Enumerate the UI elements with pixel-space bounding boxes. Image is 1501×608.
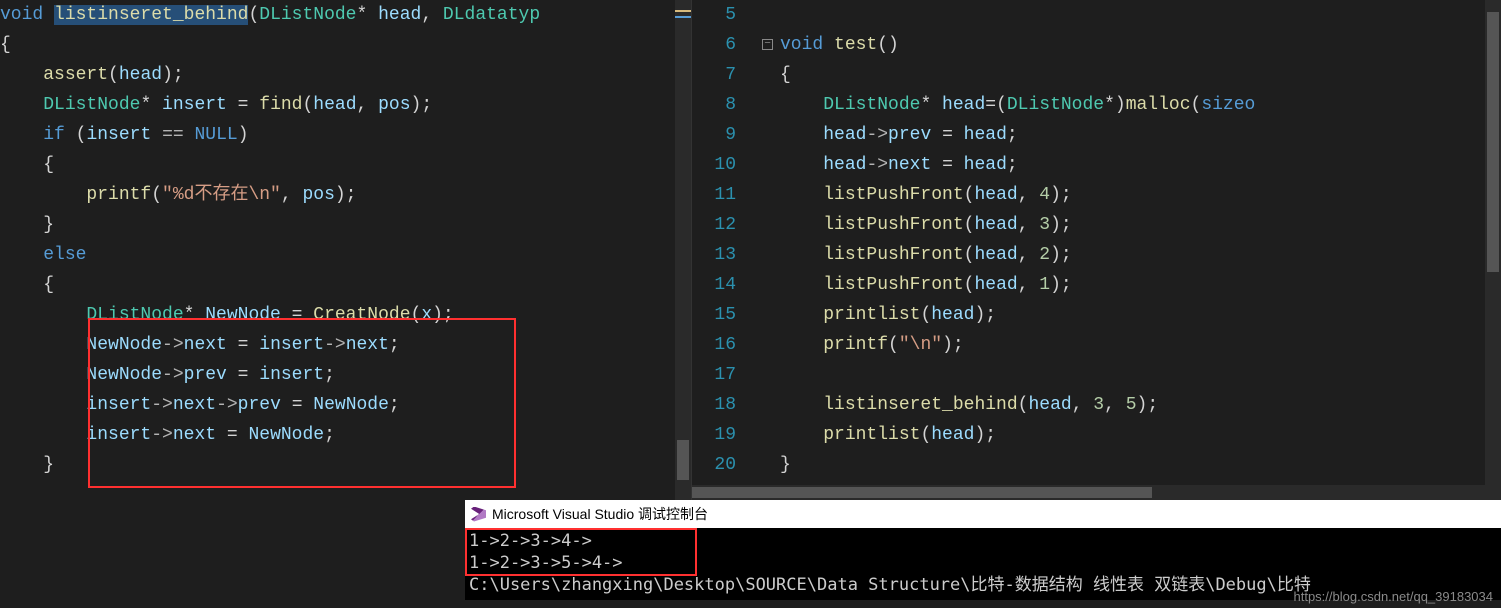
code-line[interactable] xyxy=(762,0,1501,30)
code-area-right[interactable]: −void test() { DListNode* head=(DListNod… xyxy=(754,0,1501,500)
code-line[interactable]: insert->next->prev = NewNode; xyxy=(0,390,691,420)
debug-console-window: Microsoft Visual Studio 调试控制台 1->2->3->4… xyxy=(465,500,1501,600)
code-line[interactable]: NewNode->prev = insert; xyxy=(0,360,691,390)
code-line[interactable]: printf("%d不存在\n", pos); xyxy=(0,180,691,210)
code-line[interactable]: listinseret_behind(head, 3, 5); xyxy=(762,390,1501,420)
code-line[interactable]: head->prev = head; xyxy=(762,120,1501,150)
editor-pane-left[interactable]: void listinseret_behind(DListNode* head,… xyxy=(0,0,692,500)
visual-studio-icon xyxy=(471,507,486,522)
code-line[interactable]: DListNode* insert = find(head, pos); xyxy=(0,90,691,120)
console-title-text: Microsoft Visual Studio 调试控制台 xyxy=(492,500,708,528)
scrollbar-vertical-right[interactable] xyxy=(1485,0,1501,500)
code-line[interactable]: listPushFront(head, 1); xyxy=(762,270,1501,300)
code-line[interactable]: else xyxy=(0,240,691,270)
code-line[interactable]: head->next = head; xyxy=(762,150,1501,180)
code-line[interactable] xyxy=(762,360,1501,390)
fold-toggle-icon[interactable]: − xyxy=(762,39,773,50)
code-line[interactable]: insert->next = NewNode; xyxy=(0,420,691,450)
code-line[interactable]: printlist(head); xyxy=(762,300,1501,330)
scrollbar-horizontal-right[interactable] xyxy=(692,485,1501,500)
code-line[interactable]: { xyxy=(0,150,691,180)
code-line[interactable]: NewNode->next = insert->next; xyxy=(0,330,691,360)
console-titlebar[interactable]: Microsoft Visual Studio 调试控制台 xyxy=(465,500,1501,528)
scroll-marker xyxy=(675,10,691,12)
code-line[interactable]: void listinseret_behind(DListNode* head,… xyxy=(0,0,691,30)
code-line[interactable]: { xyxy=(0,30,691,60)
code-line[interactable]: listPushFront(head, 3); xyxy=(762,210,1501,240)
scroll-thumb[interactable] xyxy=(1487,12,1499,272)
code-line[interactable]: } xyxy=(762,450,1501,480)
editor-split-area: void listinseret_behind(DListNode* head,… xyxy=(0,0,1501,500)
scroll-marker xyxy=(675,16,691,18)
code-line[interactable]: −void test() xyxy=(762,30,1501,60)
scroll-thumb[interactable] xyxy=(692,487,1152,498)
code-line[interactable]: listPushFront(head, 4); xyxy=(762,180,1501,210)
code-line[interactable]: listPushFront(head, 2); xyxy=(762,240,1501,270)
code-line[interactable]: printf("\n"); xyxy=(762,330,1501,360)
code-area-left[interactable]: void listinseret_behind(DListNode* head,… xyxy=(0,0,691,480)
watermark-text: https://blog.csdn.net/qq_39183034 xyxy=(1294,589,1494,604)
code-line[interactable]: assert(head); xyxy=(0,60,691,90)
code-line[interactable]: DListNode* head=(DListNode*)malloc(sizeo xyxy=(762,90,1501,120)
scrollbar-vertical-left[interactable] xyxy=(675,0,691,500)
code-line[interactable]: { xyxy=(0,270,691,300)
line-number-gutter: 56789101112131415161718192021 xyxy=(692,0,754,500)
code-line[interactable]: } xyxy=(0,210,691,240)
code-line[interactable]: printlist(head); xyxy=(762,420,1501,450)
editor-pane-right[interactable]: 56789101112131415161718192021 −void test… xyxy=(692,0,1501,500)
code-line[interactable]: DListNode* NewNode = CreatNode(x); xyxy=(0,300,691,330)
code-line[interactable]: { xyxy=(762,60,1501,90)
scroll-thumb[interactable] xyxy=(677,440,689,480)
code-line[interactable]: if (insert == NULL) xyxy=(0,120,691,150)
code-line[interactable]: } xyxy=(0,450,691,480)
